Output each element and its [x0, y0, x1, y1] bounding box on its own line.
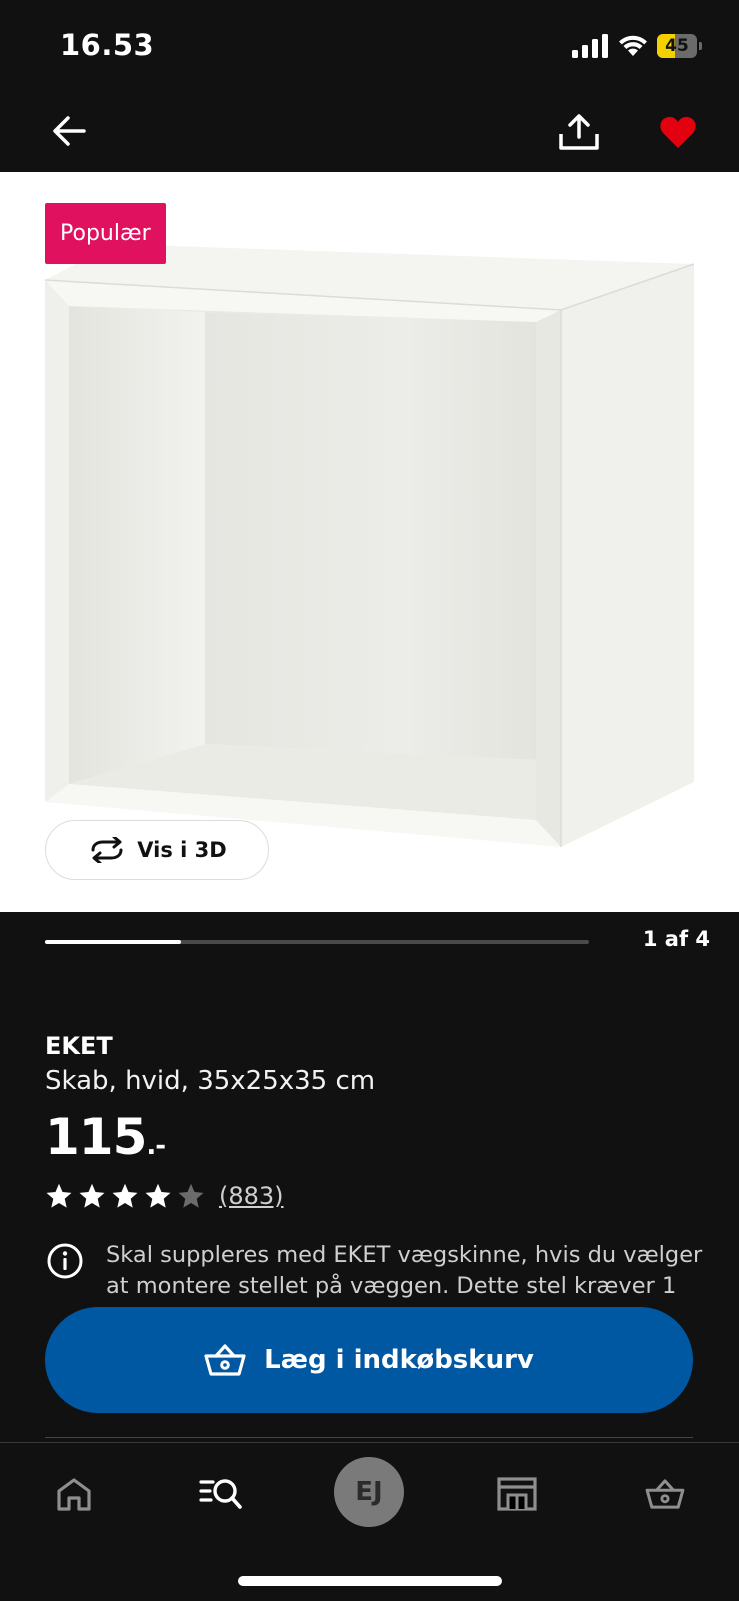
popular-badge: Populær [45, 203, 166, 264]
share-button[interactable] [554, 106, 604, 158]
tab-profile-avatar[interactable]: EJ [334, 1457, 404, 1527]
battery-level: 45 [665, 36, 689, 56]
battery-tip [699, 42, 702, 50]
rotate-3d-icon [91, 837, 123, 863]
battery-indicator: 45 [657, 34, 703, 58]
price-value: 115 [45, 1108, 147, 1166]
heart-icon [660, 116, 696, 148]
status-time: 16.53 [60, 28, 155, 62]
product-price: 115.- [45, 1108, 166, 1166]
basket-icon [204, 1344, 246, 1376]
view-3d-label: Vis i 3D [137, 838, 227, 862]
rating-stars [45, 1182, 205, 1210]
info-text: Skal suppleres med EKET vægskinne, hvis … [106, 1242, 703, 1299]
basket-icon [645, 1479, 685, 1509]
back-button[interactable] [44, 106, 94, 156]
add-to-cart-button[interactable]: Læg i indkøbskurv [45, 1307, 693, 1413]
store-icon [497, 1477, 537, 1511]
favorite-button[interactable] [652, 106, 704, 158]
product-description: Skab, hvid, 35x25x35 cm [45, 1066, 376, 1096]
price-suffix: .- [146, 1131, 166, 1161]
home-indicator [238, 1576, 502, 1586]
view-3d-button[interactable]: Vis i 3D [45, 820, 269, 880]
info-icon [47, 1243, 83, 1279]
arrow-left-icon [53, 116, 86, 146]
product-rating[interactable]: (883) [45, 1180, 284, 1212]
tab-basket[interactable] [630, 1459, 700, 1529]
product-image-area[interactable]: Populær Vis i 3D [0, 172, 739, 912]
product-image [44, 244, 695, 847]
star-filled-icon [112, 1183, 138, 1208]
info-notice: Skal suppleres med EKET vægskinne, hvis … [45, 1240, 705, 1310]
add-to-cart-label: Læg i indkøbskurv [264, 1345, 534, 1375]
star-filled-icon [79, 1183, 105, 1208]
home-icon [57, 1478, 91, 1511]
carousel-progress [45, 940, 589, 944]
tab-search[interactable] [186, 1459, 256, 1529]
star-filled-icon [46, 1183, 72, 1208]
review-count-link[interactable]: (883) [219, 1182, 284, 1210]
tab-home[interactable] [39, 1459, 109, 1529]
wifi-icon [619, 35, 647, 56]
status-bar: 16.53 45 [0, 0, 739, 95]
star-filled-icon [145, 1183, 171, 1208]
star-empty-icon [178, 1183, 204, 1208]
product-name: EKET [45, 1032, 113, 1060]
content-divider [45, 1437, 693, 1438]
battery-body: 45 [657, 34, 697, 58]
carousel-counter: 1 af 4 [642, 927, 710, 951]
share-icon [559, 114, 599, 150]
search-icon [199, 1479, 242, 1509]
carousel-progress-fill [45, 940, 181, 944]
tab-stores[interactable] [482, 1459, 552, 1529]
signal-icon [572, 34, 608, 58]
